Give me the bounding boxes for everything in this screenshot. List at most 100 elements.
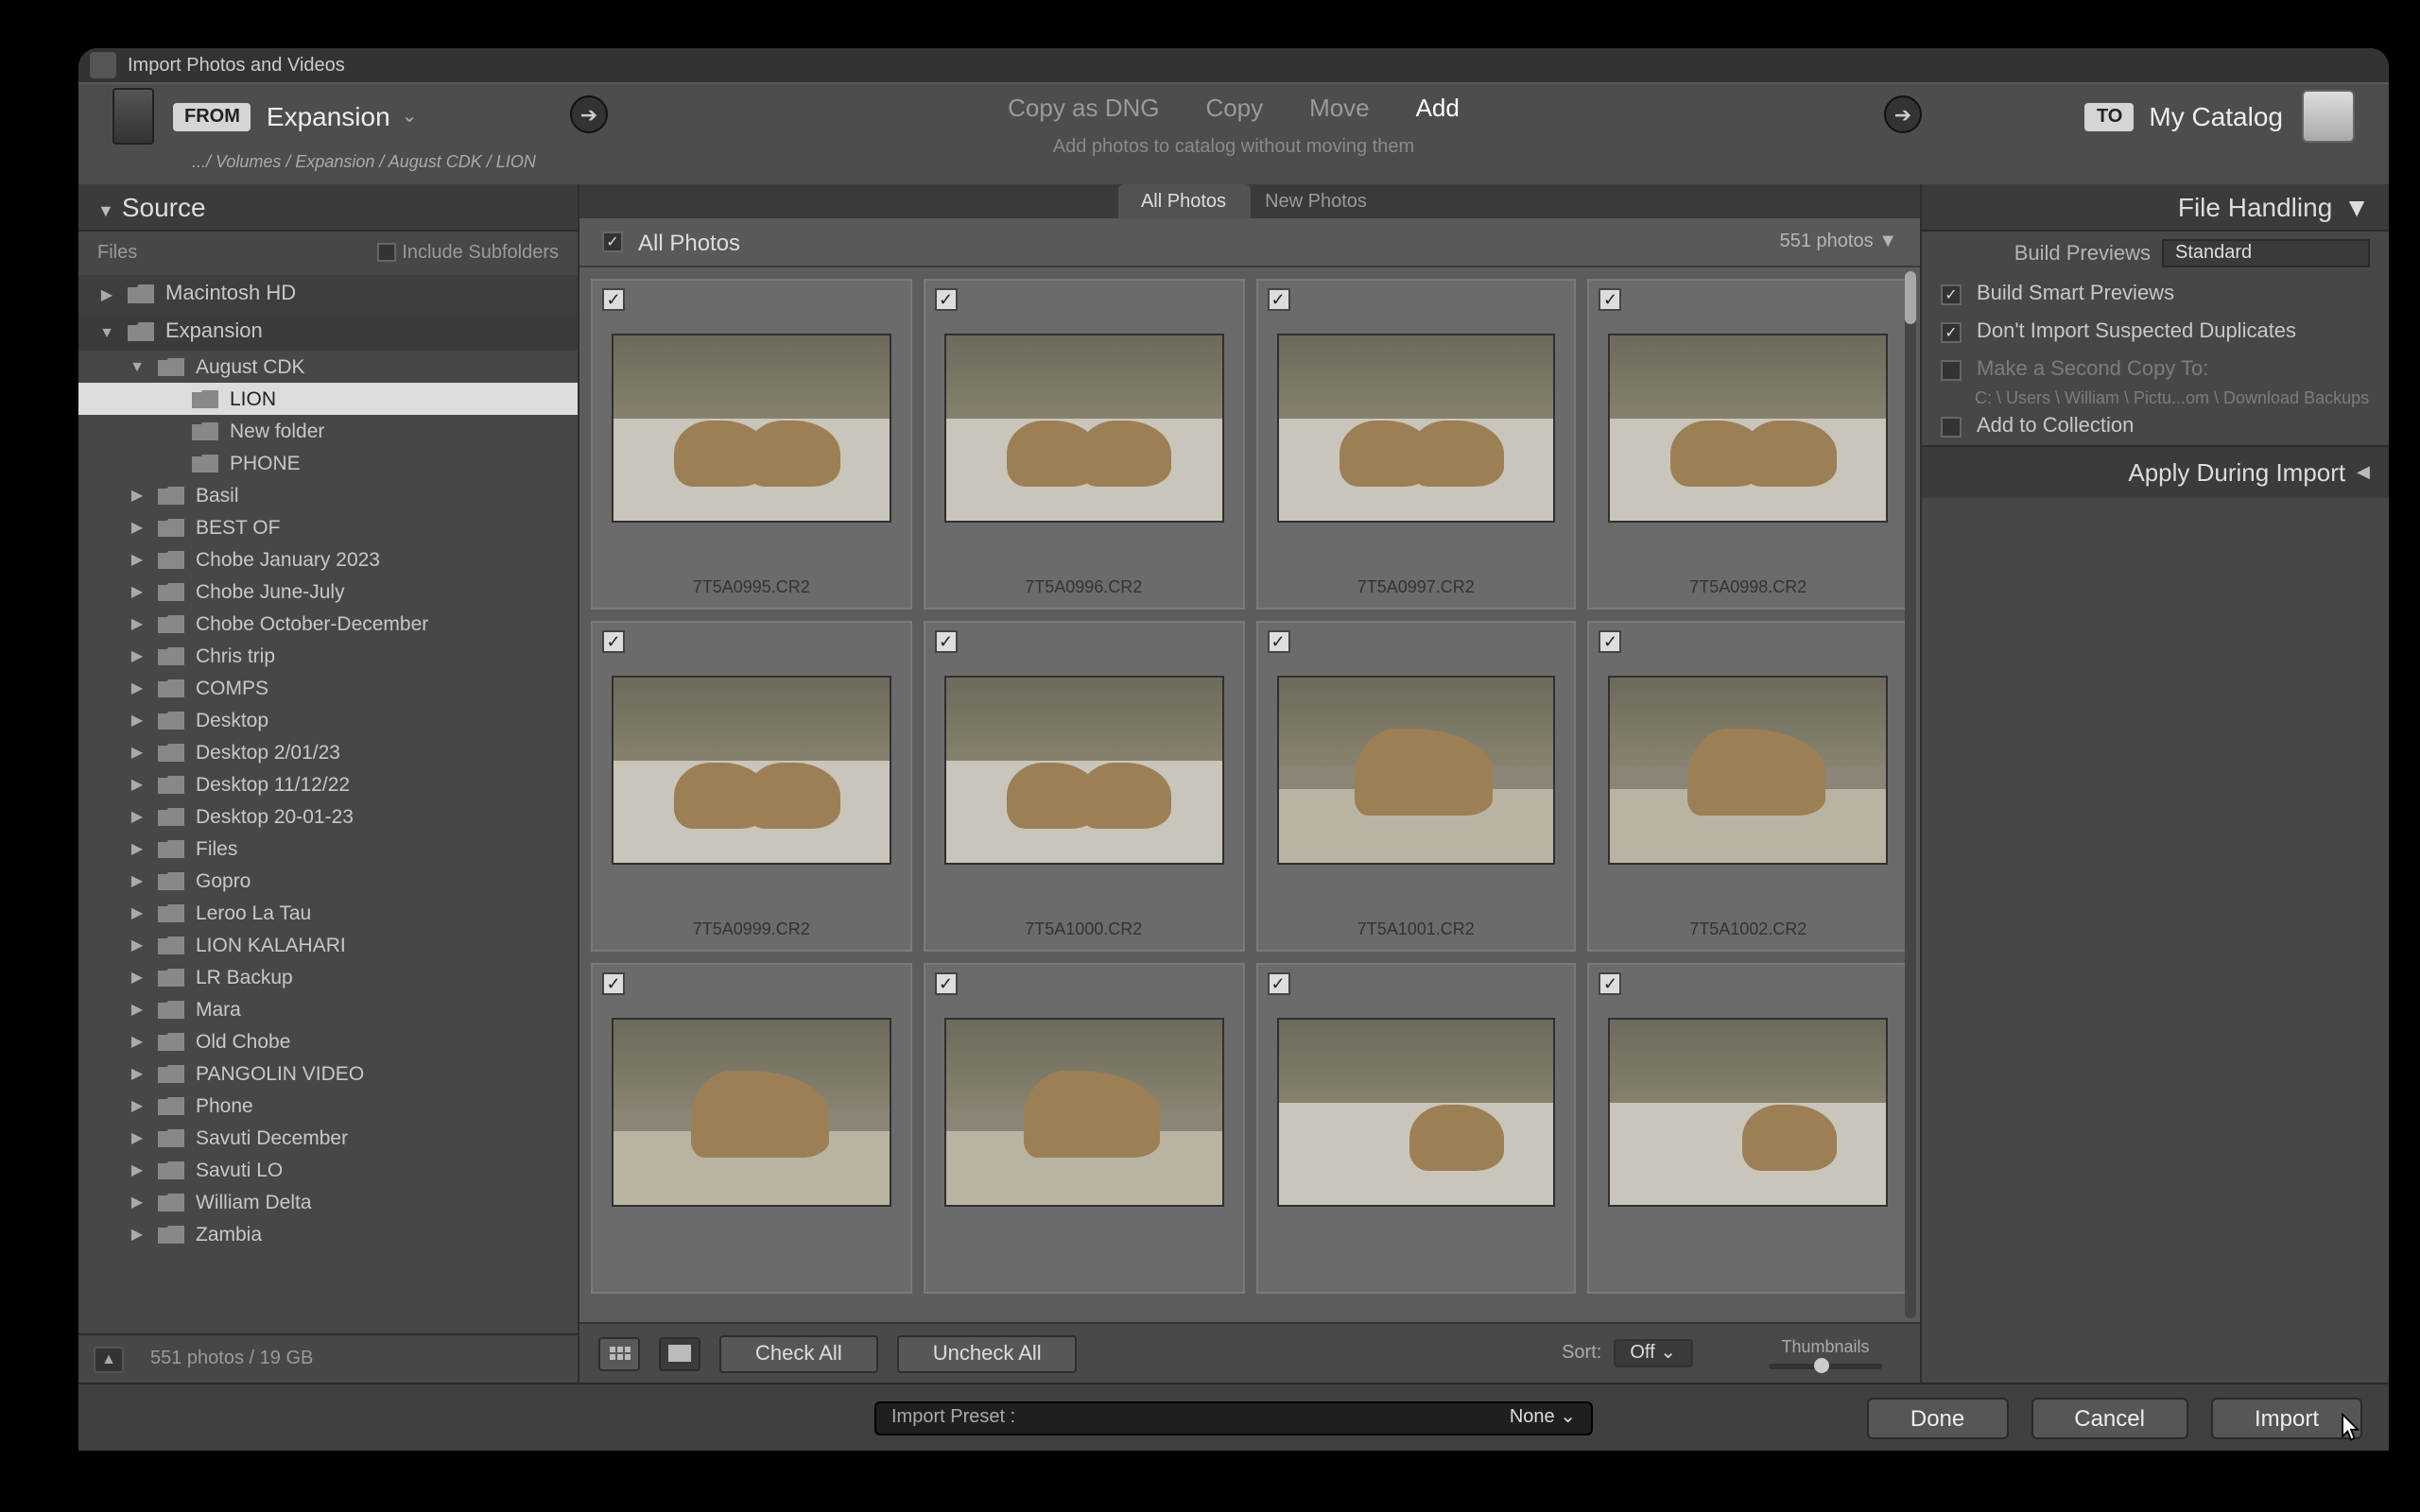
thumbnail-cell[interactable]: ✓7T5A1002.CR2: [1588, 621, 1910, 952]
tree-row[interactable]: ▶Phone: [78, 1090, 578, 1122]
source-panel-header[interactable]: ▼Source: [78, 184, 578, 232]
thumbnail-cell[interactable]: ✓: [591, 963, 912, 1294]
thumb-checkbox[interactable]: ✓: [1599, 630, 1622, 653]
thumb-checkbox[interactable]: ✓: [935, 288, 958, 311]
thumb-checkbox[interactable]: ✓: [602, 630, 625, 653]
thumb-checkbox[interactable]: ✓: [1267, 288, 1289, 311]
tree-row[interactable]: ▼August CDK: [78, 351, 578, 383]
no-duplicates-checkbox[interactable]: [1941, 321, 1962, 342]
chevron-down-icon[interactable]: ▼: [1878, 232, 1897, 252]
tab-all-photos[interactable]: All Photos: [1117, 184, 1250, 218]
tree-row[interactable]: ▶LR Backup: [78, 961, 578, 993]
include-subfolders-checkbox[interactable]: [378, 244, 397, 263]
tree-row[interactable]: ▶COMPS: [78, 672, 578, 704]
tree-row[interactable]: LION: [78, 383, 578, 415]
grid-view-button[interactable]: [598, 1336, 640, 1370]
collapse-left-icon[interactable]: ▲: [94, 1346, 124, 1372]
thumbnail-image[interactable]: [1609, 676, 1889, 865]
thumbnail-cell[interactable]: ✓7T5A0999.CR2: [591, 621, 912, 952]
thumbnail-image[interactable]: [1276, 334, 1556, 523]
thumbnail-grid[interactable]: ✓7T5A0995.CR2✓7T5A0996.CR2✓7T5A0997.CR2✓…: [579, 267, 1920, 1322]
thumbnail-cell[interactable]: ✓: [924, 963, 1245, 1294]
thumb-checkbox[interactable]: ✓: [935, 630, 958, 653]
apply-during-import-header[interactable]: Apply During Import ◀: [1922, 445, 2389, 498]
thumb-checkbox[interactable]: ✓: [602, 288, 625, 311]
tree-row[interactable]: ▶Leroo La Tau: [78, 897, 578, 929]
thumbnail-image[interactable]: [944, 334, 1224, 523]
tree-row[interactable]: ▼Expansion: [78, 313, 578, 351]
thumbnail-cell[interactable]: ✓7T5A0995.CR2: [591, 279, 912, 610]
thumbnail-image[interactable]: [612, 334, 891, 523]
destination-block[interactable]: TO My Catalog: [2085, 84, 2355, 148]
tree-row[interactable]: ▶Desktop 2/01/23: [78, 736, 578, 768]
sort-dropdown[interactable]: Off ⌄: [1613, 1339, 1693, 1367]
thumbnail-image[interactable]: [1276, 676, 1556, 865]
add-to-collection-checkbox[interactable]: [1941, 416, 1962, 437]
tree-row[interactable]: ▶Files: [78, 833, 578, 865]
thumbnail-cell[interactable]: ✓: [1255, 963, 1577, 1294]
mode-move[interactable]: Move: [1309, 94, 1370, 122]
thumbnail-image[interactable]: [612, 1018, 891, 1207]
done-button[interactable]: Done: [1867, 1397, 2008, 1438]
thumbnail-cell[interactable]: ✓7T5A0997.CR2: [1255, 279, 1577, 610]
mode-add[interactable]: Add: [1416, 94, 1460, 122]
thumb-checkbox[interactable]: ✓: [602, 972, 625, 995]
tree-row[interactable]: ▶Macintosh HD: [78, 275, 578, 313]
select-all-checkbox[interactable]: [602, 232, 623, 252]
thumb-checkbox[interactable]: ✓: [1599, 972, 1622, 995]
tree-row[interactable]: ▶William Delta: [78, 1186, 578, 1218]
slider-knob[interactable]: [1814, 1358, 1829, 1373]
import-preset-dropdown[interactable]: Import Preset : None ⌄: [874, 1400, 1593, 1435]
tree-row[interactable]: ▶Savuti LO: [78, 1154, 578, 1186]
tree-row[interactable]: ▶Desktop 11/12/22: [78, 768, 578, 800]
tree-row[interactable]: ▶Desktop: [78, 704, 578, 736]
mode-copy-dng[interactable]: Copy as DNG: [1008, 94, 1159, 122]
thumbnail-size-slider[interactable]: Thumbnails: [1750, 1337, 1901, 1369]
tree-row[interactable]: ▶Desktop 20-01-23: [78, 800, 578, 833]
thumbnail-cell[interactable]: ✓7T5A0996.CR2: [924, 279, 1245, 610]
file-handling-header[interactable]: File Handling ▼: [1922, 184, 2389, 232]
tree-row[interactable]: ▶Mara: [78, 993, 578, 1025]
scrollbar-thumb[interactable]: [1905, 271, 1916, 324]
thumbnail-image[interactable]: [612, 676, 891, 865]
tree-row[interactable]: ▶Old Chobe: [78, 1025, 578, 1057]
tree-row[interactable]: ▶Chobe June-July: [78, 576, 578, 608]
thumbnail-image[interactable]: [944, 676, 1224, 865]
thumbnail-image[interactable]: [1609, 334, 1889, 523]
grid-scrollbar[interactable]: [1905, 271, 1916, 1318]
smart-previews-checkbox[interactable]: [1941, 284, 1962, 304]
thumbnail-image[interactable]: [944, 1018, 1224, 1207]
tree-row[interactable]: New folder: [78, 415, 578, 447]
tree-row[interactable]: ▶Chobe October-December: [78, 608, 578, 640]
build-previews-select[interactable]: Standard: [2162, 239, 2370, 267]
thumb-checkbox[interactable]: ✓: [1267, 972, 1289, 995]
tree-row[interactable]: ▶Savuti December: [78, 1122, 578, 1154]
thumbnail-image[interactable]: [1276, 1018, 1556, 1207]
tree-row[interactable]: ▶Chobe January 2023: [78, 543, 578, 576]
tree-row[interactable]: PHONE: [78, 447, 578, 479]
import-button[interactable]: Import: [2211, 1397, 2362, 1438]
source-tree[interactable]: ▶Macintosh HD▼Expansion▼August CDKLIONNe…: [78, 275, 578, 1333]
second-copy-checkbox[interactable]: [1941, 359, 1962, 380]
arrow-forward-icon-2[interactable]: ➔: [1884, 95, 1922, 133]
thumbnail-cell[interactable]: ✓7T5A1000.CR2: [924, 621, 1245, 952]
tree-row[interactable]: ▶LION KALAHARI: [78, 929, 578, 961]
cancel-button[interactable]: Cancel: [2031, 1397, 2188, 1438]
tab-new-photos[interactable]: New Photos: [1250, 184, 1382, 218]
tree-row[interactable]: ▶Zambia: [78, 1218, 578, 1250]
tree-row[interactable]: ▶PANGOLIN VIDEO: [78, 1057, 578, 1090]
check-all-button[interactable]: Check All: [719, 1334, 878, 1372]
thumbnail-cell[interactable]: ✓7T5A0998.CR2: [1588, 279, 1910, 610]
tree-row[interactable]: ▶BEST OF: [78, 511, 578, 543]
mode-copy[interactable]: Copy: [1205, 94, 1263, 122]
thumbnail-cell[interactable]: ✓: [1588, 963, 1910, 1294]
uncheck-all-button[interactable]: Uncheck All: [897, 1334, 1078, 1372]
tree-row[interactable]: ▶Basil: [78, 479, 578, 511]
tree-row[interactable]: ▶Gopro: [78, 865, 578, 897]
thumb-checkbox[interactable]: ✓: [935, 972, 958, 995]
thumbnail-image[interactable]: [1609, 1018, 1889, 1207]
thumb-checkbox[interactable]: ✓: [1267, 630, 1289, 653]
loupe-view-button[interactable]: [659, 1336, 700, 1370]
tree-row[interactable]: ▶Chris trip: [78, 640, 578, 672]
thumb-checkbox[interactable]: ✓: [1599, 288, 1622, 311]
